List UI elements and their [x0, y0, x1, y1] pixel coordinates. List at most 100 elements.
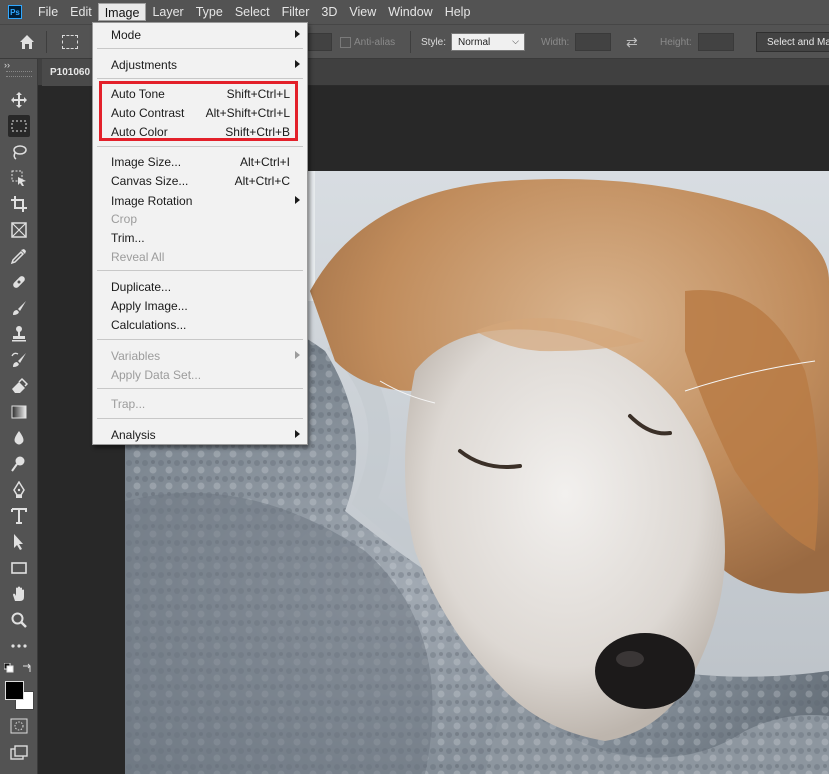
- menu-image[interactable]: Image: [97, 3, 147, 21]
- healing-brush-tool[interactable]: [8, 271, 30, 293]
- menu-select[interactable]: Select: [229, 3, 276, 21]
- frame-icon: [11, 222, 27, 238]
- shortcut-label: Alt+Ctrl+I: [239, 155, 290, 169]
- rectangle-icon: [11, 562, 27, 574]
- anti-alias-checkbox[interactable]: [340, 37, 351, 48]
- screen-mode-icon[interactable]: [10, 745, 28, 761]
- menu-item-trim[interactable]: Trim...: [93, 228, 307, 247]
- foreground-color-swatch[interactable]: [5, 681, 24, 700]
- default-colors-icon[interactable]: [4, 663, 14, 673]
- style-select[interactable]: Normal ⌵: [451, 33, 525, 51]
- height-input[interactable]: [698, 33, 734, 51]
- submenu-arrow-icon: [295, 196, 300, 204]
- menu-item-variables[interactable]: Variables: [93, 346, 307, 365]
- menu-view[interactable]: View: [343, 3, 382, 21]
- menu-file[interactable]: File: [32, 3, 64, 21]
- clone-stamp-icon: [12, 326, 26, 342]
- crop-icon: [11, 196, 27, 212]
- menu-3d[interactable]: 3D: [315, 3, 343, 21]
- more-tools[interactable]: [8, 635, 30, 657]
- zoom-icon: [11, 612, 27, 628]
- hand-tool[interactable]: [8, 583, 30, 605]
- object-select-icon: [11, 170, 26, 186]
- divider: [46, 31, 47, 53]
- object-select-tool[interactable]: [8, 167, 30, 189]
- panel-grip[interactable]: [6, 71, 32, 77]
- move-tool[interactable]: [8, 89, 30, 111]
- menu-filter[interactable]: Filter: [276, 3, 316, 21]
- menu-type[interactable]: Type: [190, 3, 229, 21]
- gradient-tool[interactable]: [8, 401, 30, 423]
- type-icon: [11, 508, 27, 524]
- eraser-icon: [12, 377, 28, 393]
- select-and-mask-button[interactable]: Select and Ma: [756, 32, 829, 52]
- eyedropper-tool[interactable]: [8, 245, 30, 267]
- menu-item-adjustments[interactable]: Adjustments: [93, 55, 307, 74]
- menu-item-calculations[interactable]: Calculations...: [93, 315, 307, 334]
- menu-item-reveal-all[interactable]: Reveal All: [93, 247, 307, 266]
- height-label: Height:: [660, 37, 692, 48]
- menu-item-image-size[interactable]: Image Size... Alt+Ctrl+I: [93, 152, 307, 171]
- menu-separator: [97, 339, 303, 340]
- width-input[interactable]: [575, 33, 611, 51]
- type-tool[interactable]: [8, 505, 30, 527]
- eyedropper-icon: [10, 249, 26, 265]
- dodge-tool[interactable]: [8, 453, 30, 475]
- menu-separator: [97, 388, 303, 389]
- chevron-down-icon: ⌵: [512, 36, 519, 46]
- shortcut-label: Alt+Ctrl+C: [234, 174, 290, 188]
- menu-item-apply-data-set[interactable]: Apply Data Set...: [93, 365, 307, 384]
- menu-help[interactable]: Help: [439, 3, 477, 21]
- lasso-icon: [13, 145, 27, 160]
- rectangle-tool[interactable]: [8, 557, 30, 579]
- eraser-tool[interactable]: [8, 375, 30, 397]
- clone-stamp-tool[interactable]: [8, 323, 30, 345]
- submenu-arrow-icon: [295, 430, 300, 438]
- tools-panel: ››: [0, 59, 38, 774]
- swap-icon[interactable]: ⇄: [626, 34, 638, 51]
- feather-input[interactable]: [308, 33, 332, 51]
- hand-icon: [13, 586, 24, 601]
- rectangular-marquee-icon[interactable]: [62, 35, 78, 49]
- gradient-icon: [11, 405, 27, 419]
- menu-item-mode[interactable]: Mode: [93, 25, 307, 44]
- menu-window[interactable]: Window: [382, 3, 438, 21]
- history-brush-tool[interactable]: [8, 349, 30, 371]
- pen-tool[interactable]: [8, 479, 30, 501]
- menu-item-canvas-size[interactable]: Canvas Size... Alt+Ctrl+C: [93, 171, 307, 190]
- menu-item-crop[interactable]: Crop: [93, 209, 307, 228]
- menu-item-duplicate[interactable]: Duplicate...: [93, 277, 307, 296]
- menu-edit[interactable]: Edit: [64, 3, 98, 21]
- brush-tool[interactable]: [8, 297, 30, 319]
- auto-commands-highlight: [99, 81, 298, 141]
- menu-separator: [97, 270, 303, 271]
- menu-item-trap[interactable]: Trap...: [93, 394, 307, 413]
- path-select-tool[interactable]: [8, 531, 30, 553]
- submenu-arrow-icon: [295, 30, 300, 38]
- blur-tool[interactable]: [8, 427, 30, 449]
- zoom-tool[interactable]: [8, 609, 30, 631]
- lasso-tool[interactable]: [8, 141, 30, 163]
- menu-item-apply-image[interactable]: Apply Image...: [93, 296, 307, 315]
- crop-tool[interactable]: [8, 193, 30, 215]
- dodge-icon: [11, 456, 25, 472]
- healing-brush-icon: [13, 276, 25, 288]
- marquee-tool[interactable]: [8, 115, 30, 137]
- style-value: Normal: [458, 37, 491, 48]
- collapse-icon[interactable]: ››: [4, 60, 10, 70]
- pen-icon: [13, 481, 25, 498]
- menu-separator: [97, 78, 303, 79]
- menu-item-image-rotation[interactable]: Image Rotation: [93, 191, 307, 210]
- menu-layer[interactable]: Layer: [146, 3, 189, 21]
- quick-mask-icon[interactable]: [10, 718, 28, 734]
- style-label: Style:: [421, 37, 447, 48]
- menu-item-analysis[interactable]: Analysis: [93, 425, 307, 444]
- swap-colors-icon[interactable]: [22, 663, 32, 673]
- home-icon[interactable]: [18, 33, 36, 51]
- path-select-icon: [14, 534, 23, 550]
- frame-tool[interactable]: [8, 219, 30, 241]
- history-brush-icon: [11, 352, 26, 367]
- brush-icon: [13, 301, 26, 315]
- rectangular-marquee-icon: [11, 120, 27, 132]
- submenu-arrow-icon: [295, 351, 300, 359]
